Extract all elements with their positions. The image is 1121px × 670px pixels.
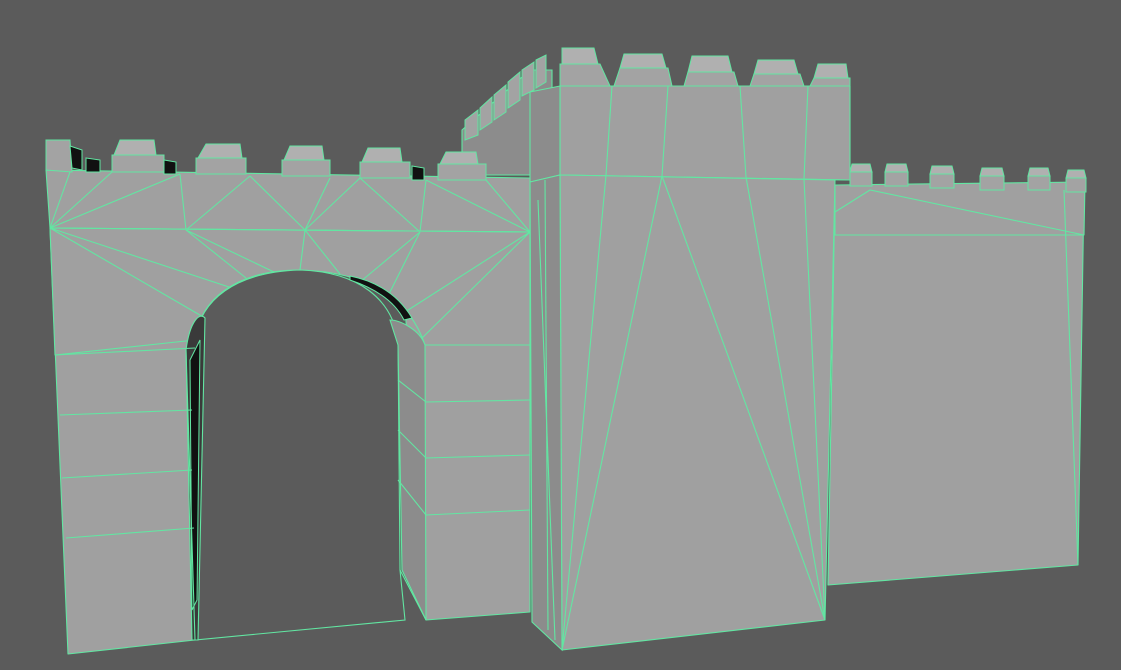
gate-arch-opening [194,269,406,641]
gate-wall [45,139,531,655]
right-curtain-wall [827,163,1087,586]
central-tower [529,47,851,652]
right-wall-front [827,189,1085,586]
scene-canvas[interactable] [0,0,1121,670]
tower-merlons [559,47,851,87]
tower-front [559,174,836,651]
tower-upper-side [529,85,561,183]
3d-viewport[interactable] [0,0,1121,670]
